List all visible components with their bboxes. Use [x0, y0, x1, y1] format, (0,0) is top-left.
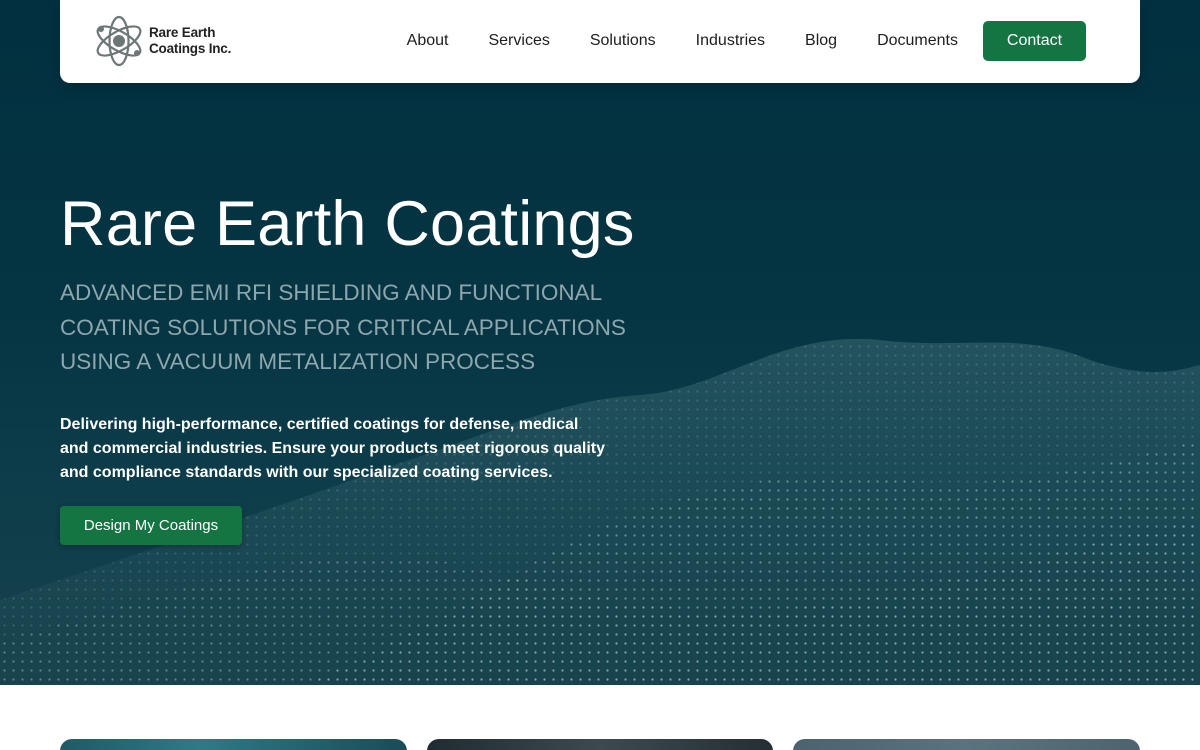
nav-link-blog[interactable]: Blog [805, 32, 837, 50]
feature-card-image[interactable] [793, 739, 1140, 750]
hero-section: Rare Earth Coatings ADVANCED EMI RFI SHI… [0, 0, 1200, 685]
atom-icon [96, 15, 142, 67]
feature-card-image[interactable] [427, 739, 773, 750]
hero-title: Rare Earth Coatings [60, 189, 635, 259]
main-nav: About Services Solutions Industries Blog… [407, 21, 1086, 61]
design-my-coatings-button[interactable]: Design My Coatings [60, 506, 242, 545]
hero-subtitle-line: COATING SOLUTIONS FOR CRITICAL APPLICATI… [60, 314, 626, 340]
navbar: Rare Earth Coatings Inc. About Services … [60, 0, 1140, 83]
hero-description: Delivering high-performance, certified c… [60, 413, 640, 485]
contact-button[interactable]: Contact [983, 21, 1086, 61]
brand-logo[interactable]: Rare Earth Coatings Inc. [92, 12, 252, 70]
hero-description-line: and commercial industries. Ensure your p… [60, 440, 606, 457]
brand-name-line: Coatings Inc. [149, 41, 232, 56]
hero-subtitle-line: USING A VACUUM METALIZATION PROCESS [60, 349, 536, 374]
brand-name: Rare Earth Coatings Inc. [149, 25, 231, 57]
brand-name-line: Rare Earth [149, 25, 216, 40]
hero-subtitle: ADVANCED EMI RFI SHIELDING AND FUNCTIONA… [60, 276, 680, 380]
nav-link-solutions[interactable]: Solutions [590, 32, 656, 50]
nav-link-industries[interactable]: Industries [696, 32, 765, 50]
feature-card-image[interactable] [60, 739, 407, 750]
hero-subtitle-line: ADVANCED EMI RFI SHIELDING AND FUNCTIONA… [60, 280, 603, 305]
hero-description-line: and compliance standards with our specia… [60, 464, 553, 481]
nav-link-about[interactable]: About [407, 32, 449, 50]
nav-link-services[interactable]: Services [488, 32, 549, 50]
nav-link-documents[interactable]: Documents [877, 32, 958, 50]
hero-description-line: Delivering high-performance, certified c… [60, 416, 579, 433]
